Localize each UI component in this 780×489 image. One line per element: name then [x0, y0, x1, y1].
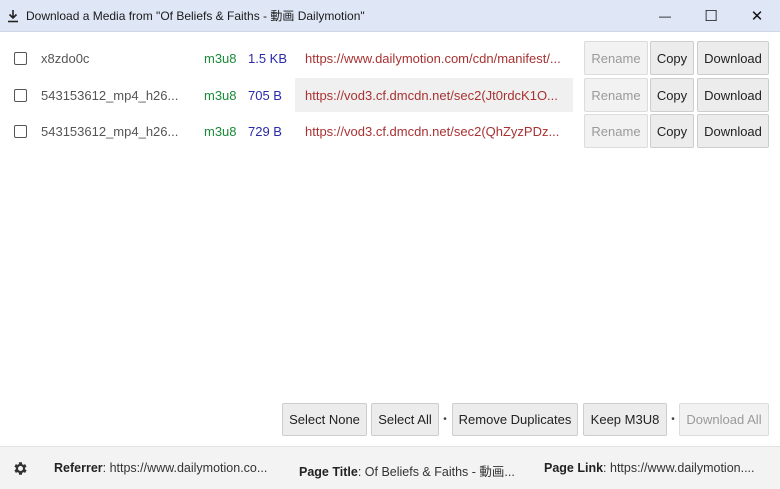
window-title: Download a Media from "Of Beliefs & Fait… [26, 9, 365, 23]
media-size: 705 B [248, 87, 282, 103]
media-url: https://www.dailymotion.com/cdn/manifest… [305, 50, 561, 66]
media-ext: m3u8 [204, 87, 237, 103]
media-name: 543153612_mp4_h26... [41, 87, 179, 103]
media-url-cell[interactable]: https://www.dailymotion.com/cdn/manifest… [295, 41, 573, 75]
rename-button[interactable]: Rename [584, 78, 648, 112]
rename-button[interactable]: Rename [584, 114, 648, 148]
media-url-cell[interactable]: https://vod3.cf.dmcdn.net/sec2(QhZyzPDz.… [295, 114, 573, 148]
download-all-button[interactable]: Download All [679, 403, 769, 436]
select-none-button[interactable]: Select None [282, 403, 367, 436]
separator: • [443, 414, 447, 425]
page-link-label: Page Link [544, 461, 604, 475]
media-ext: m3u8 [204, 123, 237, 139]
row-checkbox[interactable] [14, 51, 27, 65]
page-link-value: : https://www.dailymotion.... [603, 461, 755, 475]
media-name: 543153612_mp4_h26... [41, 123, 179, 139]
referrer-label: Referrer [54, 461, 103, 475]
media-name: x8zdo0c [41, 50, 90, 66]
gear-icon[interactable] [0, 447, 40, 489]
download-button[interactable]: Download [697, 114, 769, 148]
referrer-value: : https://www.dailymotion.co... [102, 461, 268, 475]
media-size: 729 B [248, 123, 282, 139]
maximize-icon[interactable]: ☐ [688, 0, 734, 32]
minimize-icon[interactable]: — [642, 0, 688, 32]
close-icon[interactable]: ✕ [734, 0, 780, 32]
footer: Referrer: https://www.dailymotion.co... … [0, 446, 780, 489]
list-item: x8zdo0c m3u8 1.5 KB https://www.dailymot… [0, 40, 780, 76]
row-checkbox[interactable] [14, 88, 27, 102]
media-url: https://vod3.cf.dmcdn.net/sec2(QhZyzPDz.… [305, 123, 560, 139]
title-bar: Download a Media from "Of Beliefs & Fait… [0, 0, 780, 32]
page-title-label: Page Title [299, 465, 358, 479]
media-url-cell[interactable]: https://vod3.cf.dmcdn.net/sec2(Jt0rdcK1O… [295, 78, 573, 112]
copy-button[interactable]: Copy [650, 114, 694, 148]
media-ext: m3u8 [204, 50, 237, 66]
download-button[interactable]: Download [697, 41, 769, 75]
page-title-info: Page Title: Of Beliefs & Faiths - 動画... [299, 461, 527, 480]
select-all-button[interactable]: Select All [371, 403, 439, 436]
page-link-info: Page Link: https://www.dailymotion.... [544, 461, 776, 475]
row-checkbox[interactable] [14, 124, 27, 138]
list-item: 543153612_mp4_h26... m3u8 705 B https://… [0, 77, 780, 113]
keep-m3u8-button[interactable]: Keep M3U8 [583, 403, 667, 436]
copy-button[interactable]: Copy [650, 78, 694, 112]
separator: • [671, 414, 675, 425]
media-size: 1.5 KB [248, 50, 288, 66]
copy-button[interactable]: Copy [650, 41, 694, 75]
download-button[interactable]: Download [697, 78, 769, 112]
page-title-value: : Of Beliefs & Faiths - 動画... [357, 465, 515, 479]
remove-duplicates-button[interactable]: Remove Duplicates [452, 403, 578, 436]
rename-button[interactable]: Rename [584, 41, 648, 75]
bulk-actions: Select None Select All • Remove Duplicat… [0, 403, 780, 436]
download-icon [0, 0, 26, 32]
list-item: 543153612_mp4_h26... m3u8 729 B https://… [0, 113, 780, 149]
media-url: https://vod3.cf.dmcdn.net/sec2(Jt0rdcK1O… [305, 87, 558, 103]
referrer-info: Referrer: https://www.dailymotion.co... [54, 461, 280, 475]
